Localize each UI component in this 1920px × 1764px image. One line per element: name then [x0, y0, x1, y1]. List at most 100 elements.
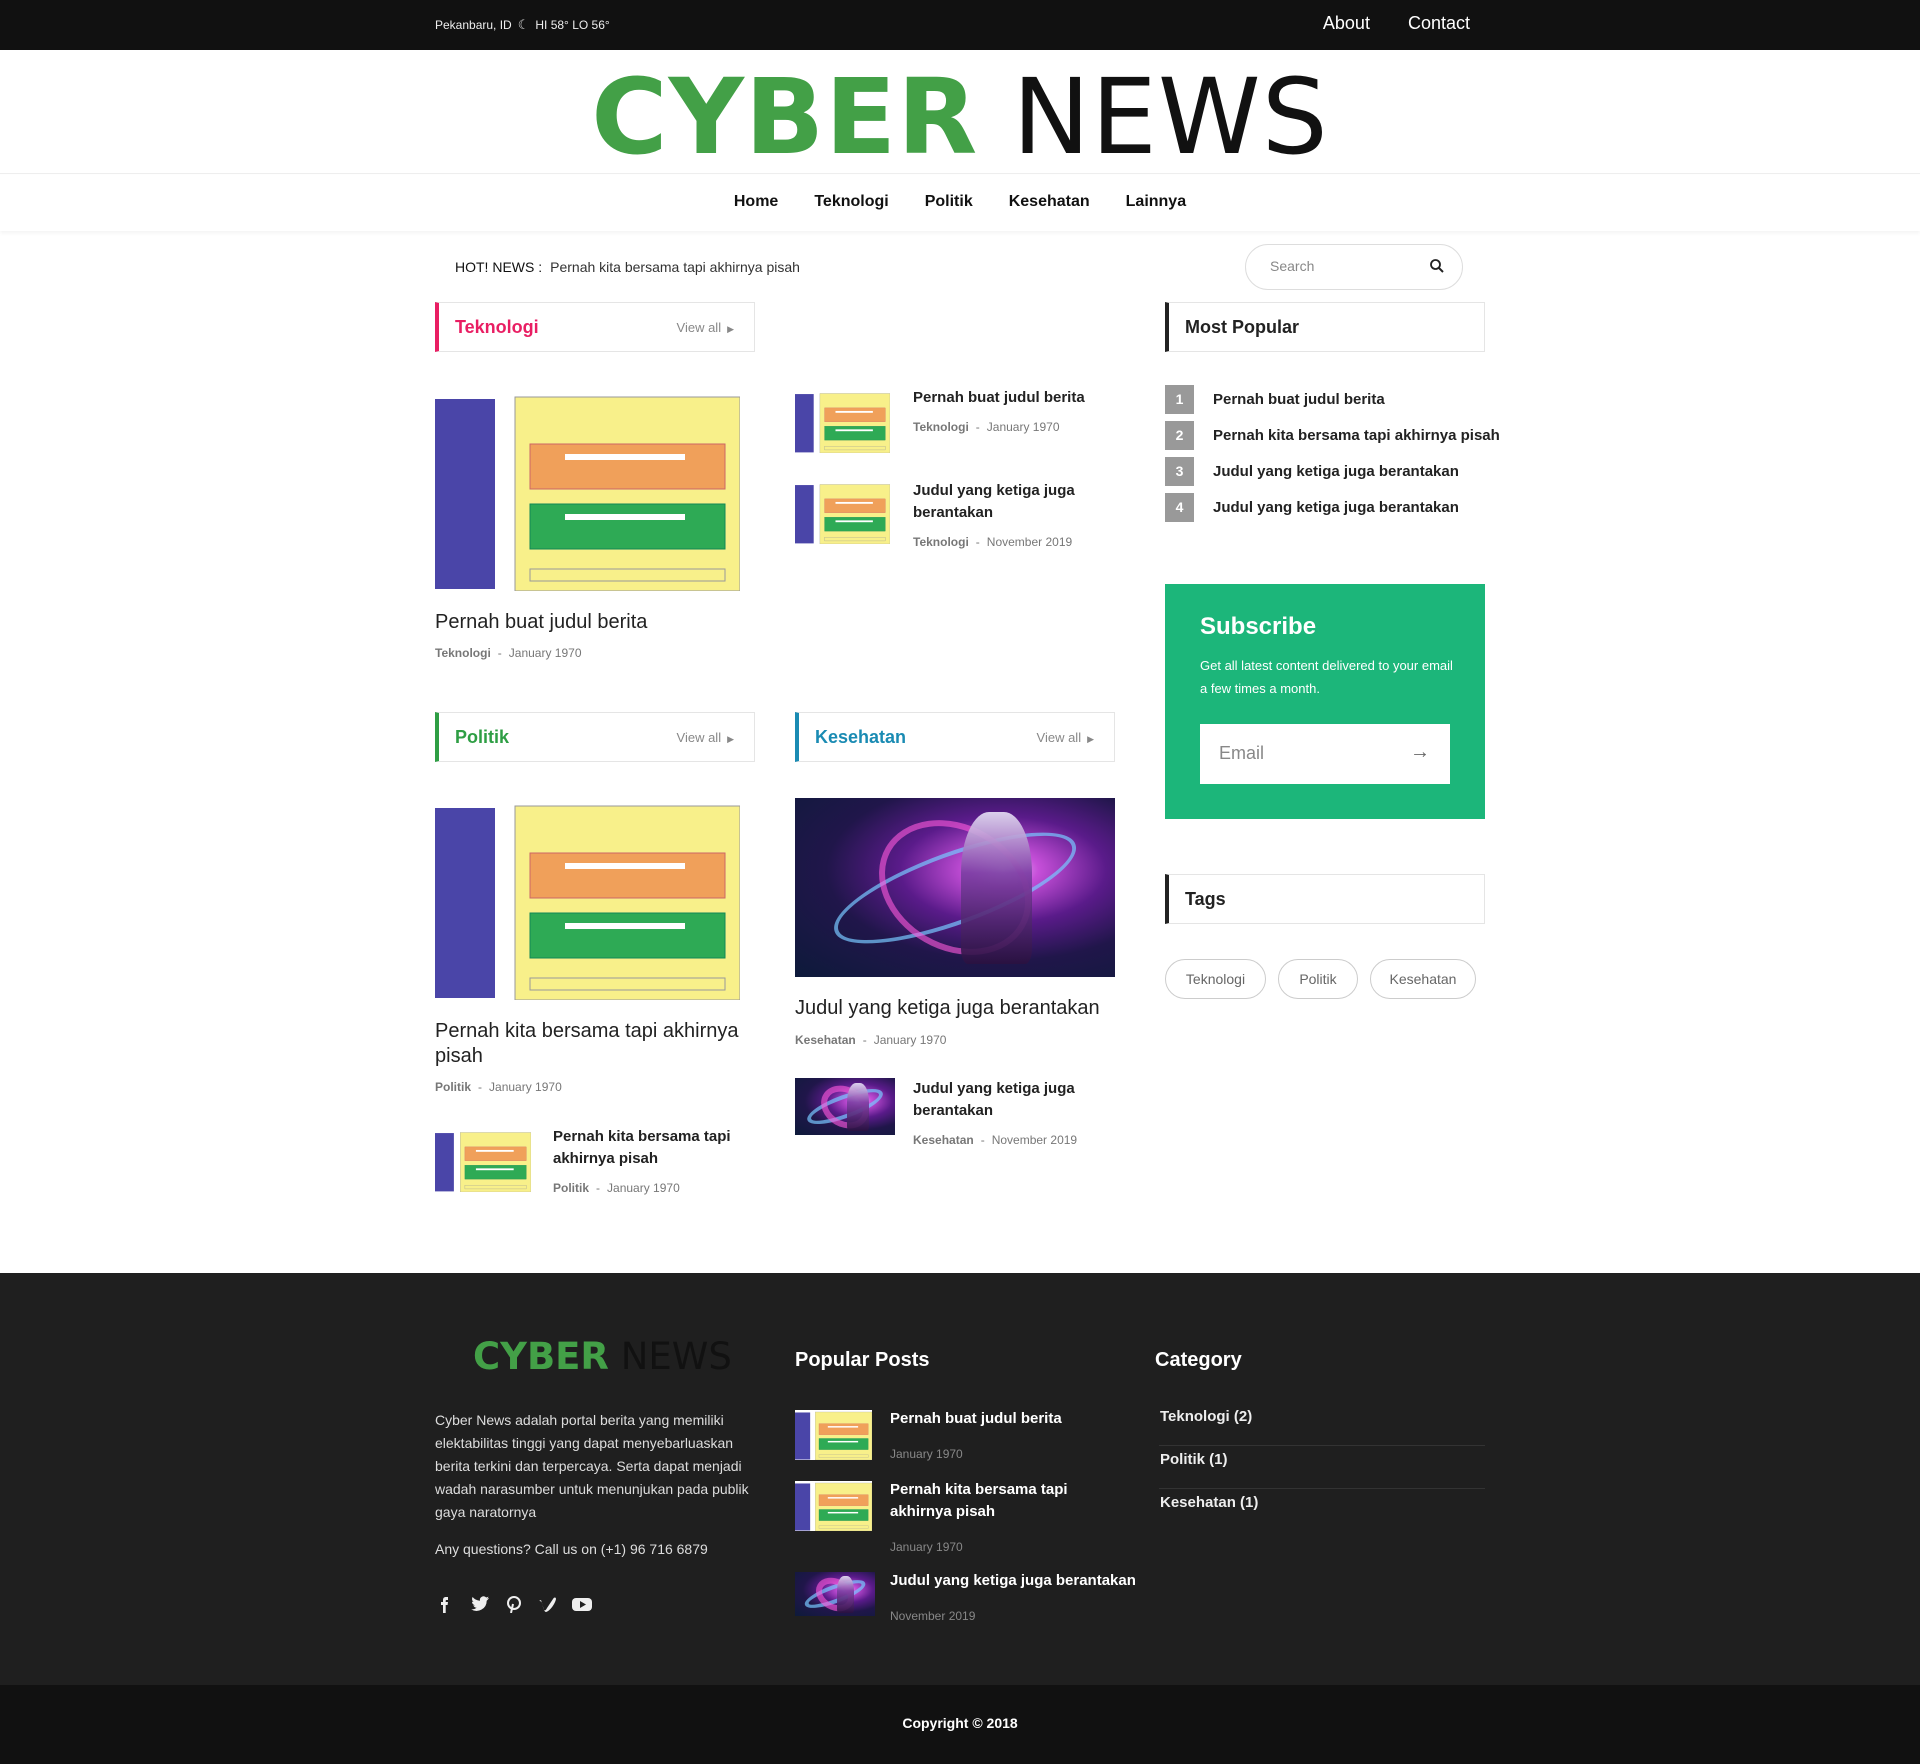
section-title: Politik	[455, 727, 510, 747]
popular-post-date: January 1970	[890, 1540, 963, 1554]
article-date: November 2019	[991, 1133, 1078, 1147]
top-bar: Pekanbaru, ID ☾ HI 58° LO 56° About Cont…	[0, 0, 1920, 50]
teknologi-header: Teknologi View all ▶	[435, 302, 755, 352]
article-title[interactable]: Pernah buat judul berita	[435, 610, 745, 635]
post-thumbnail[interactable]	[795, 1410, 872, 1460]
article-meta: Politik - January 1970	[435, 1080, 562, 1094]
contact-link[interactable]: Contact	[1408, 13, 1470, 34]
tag-politik[interactable]: Politik	[1278, 959, 1358, 999]
nav-lainnya[interactable]: Lainnya	[1126, 193, 1186, 211]
popular-item[interactable]: 4 Judul yang ketiga juga berantakan	[1165, 493, 1459, 522]
article-thumbnail[interactable]	[795, 482, 890, 544]
post-thumbnail[interactable]	[795, 1481, 872, 1531]
article-title[interactable]: Judul yang ketiga juga berantakan	[913, 480, 1103, 524]
about-link[interactable]: About	[1323, 13, 1370, 34]
popular-item[interactable]: 3 Judul yang ketiga juga berantakan	[1165, 457, 1459, 486]
copyright-bar: Copyright © 2018	[0, 1685, 1920, 1764]
article-category[interactable]: Kesehatan	[913, 1133, 974, 1147]
article-date: January 1970	[489, 1080, 562, 1094]
article-thumbnail[interactable]	[435, 1130, 531, 1192]
twitter-icon[interactable]	[469, 1595, 491, 1613]
view-all-label: View all	[676, 730, 722, 745]
popular-title[interactable]: Pernah kita bersama tapi akhirnya pisah	[1213, 427, 1500, 444]
article-date: January 1970	[607, 1181, 680, 1195]
article-category[interactable]: Teknologi	[913, 535, 969, 549]
popular-title[interactable]: Judul yang ketiga juga berantakan	[1213, 463, 1459, 480]
subscribe-text: Get all latest content delivered to your…	[1200, 658, 1453, 696]
nav-kesehatan[interactable]: Kesehatan	[1009, 193, 1090, 211]
category-link-kesehatan[interactable]: Kesehatan (1)	[1159, 1489, 1485, 1532]
article-category[interactable]: Kesehatan	[795, 1033, 856, 1047]
logo-news: NEWS	[1012, 56, 1329, 178]
article-date: January 1970	[873, 1033, 947, 1047]
article-thumbnail[interactable]	[795, 1078, 895, 1135]
facebook-icon[interactable]	[435, 1595, 457, 1613]
search-input[interactable]	[1270, 258, 1420, 274]
site-logo[interactable]: CYBER NEWS	[0, 65, 1920, 169]
article-title[interactable]: Pernah kita bersama tapi akhirnya pisah	[553, 1126, 743, 1170]
pinterest-icon[interactable]	[503, 1595, 525, 1614]
article-category[interactable]: Politik	[553, 1181, 589, 1195]
post-thumbnail[interactable]	[795, 1572, 875, 1616]
popular-title[interactable]: Judul yang ketiga juga berantakan	[1213, 499, 1459, 516]
section-title: Teknologi	[455, 317, 539, 337]
email-box: →	[1200, 724, 1450, 784]
meta-separator: -	[862, 1033, 867, 1047]
arrow-right-icon[interactable]: →	[1410, 741, 1430, 764]
article-thumbnail[interactable]	[795, 391, 890, 453]
nav-home[interactable]: Home	[734, 193, 778, 211]
hot-news-text[interactable]: Pernah kita bersama tapi akhirnya pisah	[550, 259, 800, 275]
nav-politik[interactable]: Politik	[925, 193, 973, 211]
popular-post-title[interactable]: Judul yang ketiga juga berantakan	[890, 1570, 1140, 1592]
hot-news-ticker: HOT! NEWS : Pernah kita bersama tapi akhi…	[455, 259, 800, 275]
article-title[interactable]: Pernah buat judul berita	[913, 387, 1113, 409]
view-all-link[interactable]: View all ▶	[677, 730, 734, 745]
article-title[interactable]: Pernah kita bersama tapi akhirnya pisah	[435, 1019, 745, 1069]
politik-header: Politik View all ▶	[435, 712, 755, 762]
article-category[interactable]: Politik	[435, 1080, 471, 1094]
youtube-icon[interactable]	[571, 1595, 593, 1613]
nav-teknologi[interactable]: Teknologi	[814, 193, 888, 211]
subscribe-title: Subscribe	[1200, 613, 1317, 640]
top-links: About Contact	[1323, 13, 1470, 34]
article-title[interactable]: Judul yang ketiga juga berantakan	[913, 1078, 1103, 1122]
tag-kesehatan[interactable]: Kesehatan	[1370, 959, 1476, 999]
vimeo-icon[interactable]	[537, 1595, 559, 1613]
meta-separator: -	[980, 1133, 985, 1147]
category-link-politik[interactable]: Politik (1)	[1159, 1446, 1485, 1489]
weather-text: HI 58° LO 56°	[535, 18, 610, 32]
category-title: Category	[1155, 1349, 1242, 1371]
popular-title[interactable]: Pernah buat judul berita	[1213, 391, 1385, 408]
kesehatan-header: Kesehatan View all ▶	[795, 712, 1115, 762]
article-meta: Kesehatan - January 1970	[795, 1033, 946, 1047]
most-popular-header: Most Popular	[1165, 302, 1485, 352]
rank-badge: 3	[1165, 457, 1194, 486]
hot-news-label: HOT! NEWS :	[455, 259, 543, 275]
section-title: Kesehatan	[815, 727, 907, 747]
article-thumbnail[interactable]	[795, 798, 1115, 977]
popular-post-title[interactable]: Pernah kita bersama tapi akhirnya pisah	[890, 1479, 1130, 1523]
view-all-link[interactable]: View all ▶	[677, 320, 734, 335]
subscribe-box: Subscribe Get all latest content deliver…	[1165, 584, 1485, 819]
view-all-link[interactable]: View all ▶	[1037, 730, 1094, 745]
article-thumbnail[interactable]	[435, 389, 740, 591]
copyright-text: Copyright © 2018	[902, 1715, 1018, 1731]
popular-item[interactable]: 2 Pernah kita bersama tapi akhirnya pisah	[1165, 421, 1500, 450]
footer-logo[interactable]: CYBER NEWS	[473, 1335, 732, 1378]
article-title[interactable]: Judul yang ketiga juga berantakan	[795, 996, 1115, 1021]
search-icon[interactable]	[1428, 257, 1446, 275]
article-meta: Teknologi - November 2019	[913, 535, 1072, 549]
category-link-teknologi[interactable]: Teknologi (2)	[1159, 1403, 1485, 1446]
section-title: Tags	[1185, 889, 1226, 909]
email-field[interactable]	[1219, 743, 1389, 764]
popular-item[interactable]: 1 Pernah buat judul berita	[1165, 385, 1385, 414]
article-category[interactable]: Teknologi	[913, 420, 969, 434]
popular-post-title[interactable]: Pernah buat judul berita	[890, 1408, 1130, 1430]
popular-post-date: January 1970	[890, 1447, 963, 1461]
article-thumbnail[interactable]	[435, 798, 740, 1000]
tag-teknologi[interactable]: Teknologi	[1165, 959, 1266, 999]
rank-badge: 4	[1165, 493, 1194, 522]
article-date: November 2019	[986, 535, 1073, 549]
caret-right-icon: ▶	[727, 734, 734, 744]
article-category[interactable]: Teknologi	[435, 646, 491, 660]
